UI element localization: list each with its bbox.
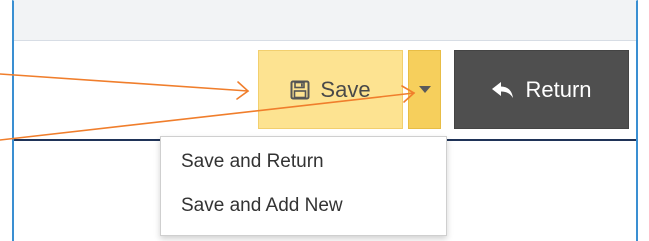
menu-item-save-and-return[interactable]: Save and Return [181,151,324,173]
save-button-label: Save [320,76,371,102]
return-button-label: Return [525,76,592,102]
menu-item-save-and-add-new[interactable]: Save and Add New [181,195,343,217]
reply-arrow-icon [491,80,515,100]
screenshot-stage: Save Return Save and Return Save and Add… [0,0,649,241]
return-button[interactable]: Return [454,50,629,129]
save-button[interactable]: Save [258,50,403,129]
top-bar [14,0,636,41]
save-options-menu: Save and Return Save and Add New [160,136,447,236]
floppy-disk-icon [290,80,310,100]
save-options-dropdown-button[interactable] [408,50,441,129]
caret-down-icon [418,86,431,93]
